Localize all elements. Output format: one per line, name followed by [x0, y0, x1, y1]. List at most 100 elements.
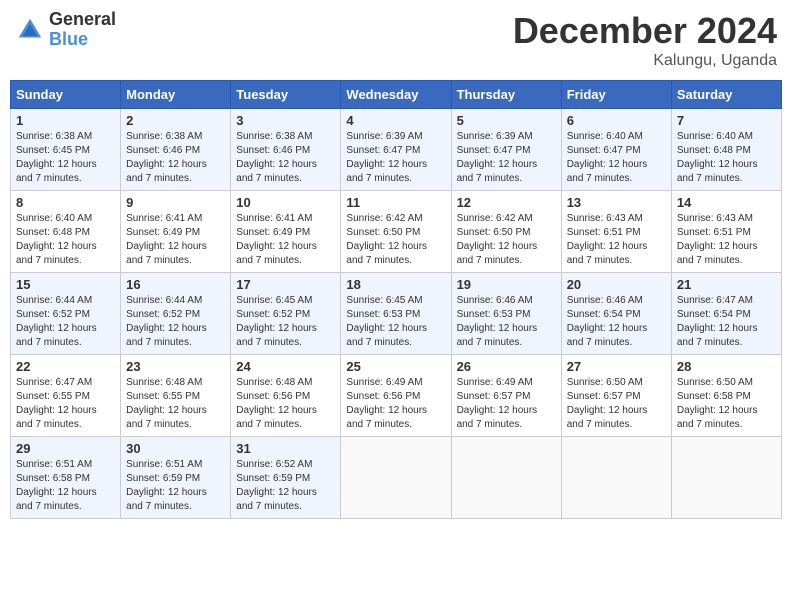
day-info: Sunrise: 6:50 AM Sunset: 6:58 PM Dayligh…	[677, 376, 776, 432]
logo: General Blue	[15, 10, 116, 50]
calendar-cell	[341, 437, 451, 519]
day-number: 3	[236, 113, 335, 128]
calendar-cell: 29 Sunrise: 6:51 AM Sunset: 6:58 PM Dayl…	[11, 437, 121, 519]
day-number: 17	[236, 277, 335, 292]
day-number: 15	[16, 277, 115, 292]
calendar-cell: 7 Sunrise: 6:40 AM Sunset: 6:48 PM Dayli…	[671, 109, 781, 191]
calendar-cell: 6 Sunrise: 6:40 AM Sunset: 6:47 PM Dayli…	[561, 109, 671, 191]
day-info: Sunrise: 6:51 AM Sunset: 6:58 PM Dayligh…	[16, 458, 115, 514]
calendar-cell: 25 Sunrise: 6:49 AM Sunset: 6:56 PM Dayl…	[341, 355, 451, 437]
day-number: 16	[126, 277, 225, 292]
day-info: Sunrise: 6:44 AM Sunset: 6:52 PM Dayligh…	[126, 294, 225, 350]
day-info: Sunrise: 6:41 AM Sunset: 6:49 PM Dayligh…	[236, 212, 335, 268]
day-info: Sunrise: 6:43 AM Sunset: 6:51 PM Dayligh…	[677, 212, 776, 268]
calendar-cell: 4 Sunrise: 6:39 AM Sunset: 6:47 PM Dayli…	[341, 109, 451, 191]
day-number: 4	[346, 113, 445, 128]
day-info: Sunrise: 6:46 AM Sunset: 6:54 PM Dayligh…	[567, 294, 666, 350]
day-info: Sunrise: 6:46 AM Sunset: 6:53 PM Dayligh…	[457, 294, 556, 350]
weekday-header-saturday: Saturday	[671, 81, 781, 109]
day-number: 5	[457, 113, 556, 128]
calendar-cell: 2 Sunrise: 6:38 AM Sunset: 6:46 PM Dayli…	[121, 109, 231, 191]
day-number: 8	[16, 195, 115, 210]
calendar-cell: 10 Sunrise: 6:41 AM Sunset: 6:49 PM Dayl…	[231, 191, 341, 273]
day-info: Sunrise: 6:38 AM Sunset: 6:46 PM Dayligh…	[126, 130, 225, 186]
calendar-cell: 24 Sunrise: 6:48 AM Sunset: 6:56 PM Dayl…	[231, 355, 341, 437]
calendar-cell: 14 Sunrise: 6:43 AM Sunset: 6:51 PM Dayl…	[671, 191, 781, 273]
calendar-week-row: 22 Sunrise: 6:47 AM Sunset: 6:55 PM Dayl…	[11, 355, 782, 437]
day-info: Sunrise: 6:39 AM Sunset: 6:47 PM Dayligh…	[346, 130, 445, 186]
day-info: Sunrise: 6:45 AM Sunset: 6:53 PM Dayligh…	[346, 294, 445, 350]
logo-text: General Blue	[49, 10, 116, 50]
calendar-cell: 5 Sunrise: 6:39 AM Sunset: 6:47 PM Dayli…	[451, 109, 561, 191]
calendar-cell: 15 Sunrise: 6:44 AM Sunset: 6:52 PM Dayl…	[11, 273, 121, 355]
calendar-cell	[451, 437, 561, 519]
page-header: General Blue December 2024 Kalungu, Ugan…	[10, 10, 782, 70]
calendar-table: SundayMondayTuesdayWednesdayThursdayFrid…	[10, 80, 782, 519]
day-number: 7	[677, 113, 776, 128]
calendar-cell: 11 Sunrise: 6:42 AM Sunset: 6:50 PM Dayl…	[341, 191, 451, 273]
calendar-cell: 12 Sunrise: 6:42 AM Sunset: 6:50 PM Dayl…	[451, 191, 561, 273]
day-number: 23	[126, 359, 225, 374]
calendar-cell: 13 Sunrise: 6:43 AM Sunset: 6:51 PM Dayl…	[561, 191, 671, 273]
location: Kalungu, Uganda	[513, 52, 777, 70]
weekday-header-wednesday: Wednesday	[341, 81, 451, 109]
logo-icon	[15, 15, 45, 45]
day-number: 26	[457, 359, 556, 374]
day-info: Sunrise: 6:39 AM Sunset: 6:47 PM Dayligh…	[457, 130, 556, 186]
day-info: Sunrise: 6:48 AM Sunset: 6:56 PM Dayligh…	[236, 376, 335, 432]
day-info: Sunrise: 6:40 AM Sunset: 6:47 PM Dayligh…	[567, 130, 666, 186]
day-info: Sunrise: 6:52 AM Sunset: 6:59 PM Dayligh…	[236, 458, 335, 514]
calendar-cell: 20 Sunrise: 6:46 AM Sunset: 6:54 PM Dayl…	[561, 273, 671, 355]
day-info: Sunrise: 6:49 AM Sunset: 6:57 PM Dayligh…	[457, 376, 556, 432]
calendar-cell: 3 Sunrise: 6:38 AM Sunset: 6:46 PM Dayli…	[231, 109, 341, 191]
logo-general: General	[49, 10, 116, 30]
day-info: Sunrise: 6:47 AM Sunset: 6:55 PM Dayligh…	[16, 376, 115, 432]
day-number: 11	[346, 195, 445, 210]
calendar-cell: 9 Sunrise: 6:41 AM Sunset: 6:49 PM Dayli…	[121, 191, 231, 273]
day-number: 18	[346, 277, 445, 292]
day-info: Sunrise: 6:38 AM Sunset: 6:45 PM Dayligh…	[16, 130, 115, 186]
day-number: 9	[126, 195, 225, 210]
weekday-header-thursday: Thursday	[451, 81, 561, 109]
weekday-header-monday: Monday	[121, 81, 231, 109]
calendar-week-row: 15 Sunrise: 6:44 AM Sunset: 6:52 PM Dayl…	[11, 273, 782, 355]
day-number: 28	[677, 359, 776, 374]
logo-blue: Blue	[49, 30, 116, 50]
calendar-cell: 18 Sunrise: 6:45 AM Sunset: 6:53 PM Dayl…	[341, 273, 451, 355]
day-number: 27	[567, 359, 666, 374]
day-number: 6	[567, 113, 666, 128]
calendar-cell: 28 Sunrise: 6:50 AM Sunset: 6:58 PM Dayl…	[671, 355, 781, 437]
day-number: 30	[126, 441, 225, 456]
calendar-cell: 26 Sunrise: 6:49 AM Sunset: 6:57 PM Dayl…	[451, 355, 561, 437]
calendar-cell: 8 Sunrise: 6:40 AM Sunset: 6:48 PM Dayli…	[11, 191, 121, 273]
calendar-week-row: 29 Sunrise: 6:51 AM Sunset: 6:58 PM Dayl…	[11, 437, 782, 519]
weekday-header-friday: Friday	[561, 81, 671, 109]
day-number: 2	[126, 113, 225, 128]
day-number: 31	[236, 441, 335, 456]
day-number: 1	[16, 113, 115, 128]
day-number: 24	[236, 359, 335, 374]
title-area: December 2024 Kalungu, Uganda	[513, 10, 777, 70]
day-number: 10	[236, 195, 335, 210]
day-info: Sunrise: 6:41 AM Sunset: 6:49 PM Dayligh…	[126, 212, 225, 268]
calendar-cell	[671, 437, 781, 519]
day-info: Sunrise: 6:51 AM Sunset: 6:59 PM Dayligh…	[126, 458, 225, 514]
day-number: 13	[567, 195, 666, 210]
day-number: 21	[677, 277, 776, 292]
calendar-cell: 30 Sunrise: 6:51 AM Sunset: 6:59 PM Dayl…	[121, 437, 231, 519]
calendar-week-row: 8 Sunrise: 6:40 AM Sunset: 6:48 PM Dayli…	[11, 191, 782, 273]
day-number: 19	[457, 277, 556, 292]
month-title: December 2024	[513, 10, 777, 52]
day-info: Sunrise: 6:40 AM Sunset: 6:48 PM Dayligh…	[677, 130, 776, 186]
day-number: 12	[457, 195, 556, 210]
calendar-cell: 22 Sunrise: 6:47 AM Sunset: 6:55 PM Dayl…	[11, 355, 121, 437]
calendar-cell: 1 Sunrise: 6:38 AM Sunset: 6:45 PM Dayli…	[11, 109, 121, 191]
day-number: 25	[346, 359, 445, 374]
day-number: 22	[16, 359, 115, 374]
calendar-cell	[561, 437, 671, 519]
day-info: Sunrise: 6:48 AM Sunset: 6:55 PM Dayligh…	[126, 376, 225, 432]
day-info: Sunrise: 6:45 AM Sunset: 6:52 PM Dayligh…	[236, 294, 335, 350]
calendar-cell: 19 Sunrise: 6:46 AM Sunset: 6:53 PM Dayl…	[451, 273, 561, 355]
day-info: Sunrise: 6:49 AM Sunset: 6:56 PM Dayligh…	[346, 376, 445, 432]
calendar-week-row: 1 Sunrise: 6:38 AM Sunset: 6:45 PM Dayli…	[11, 109, 782, 191]
